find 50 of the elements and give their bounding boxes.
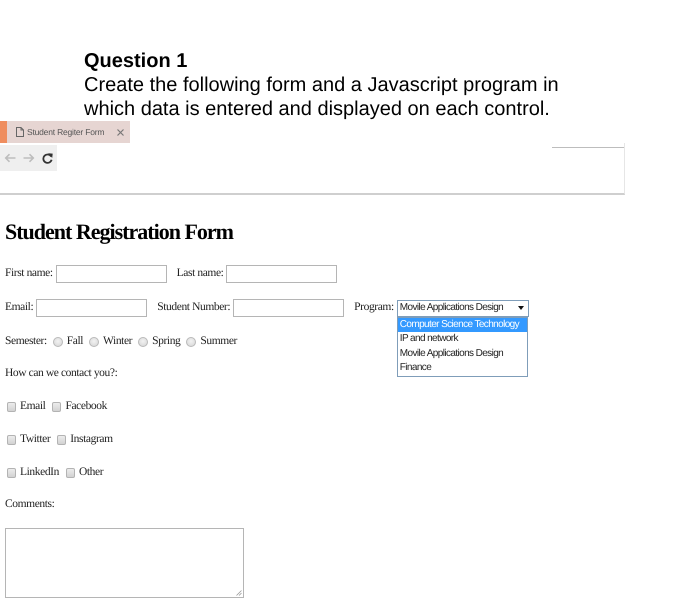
comments-field[interactable] (5, 528, 244, 598)
back-arrow-icon (4, 153, 16, 163)
reload-icon (42, 152, 53, 164)
field-label: Comments: (5, 497, 54, 512)
field-label: Email: (5, 300, 34, 316)
text-field[interactable] (56, 264, 167, 282)
close-icon[interactable] (117, 128, 124, 136)
dropdown-select[interactable]: Movile Applications Design (396, 300, 529, 316)
field-label: Last name: (176, 266, 224, 281)
page-icon (16, 127, 24, 137)
option-label: Fall (66, 334, 84, 349)
radio-button[interactable] (138, 336, 148, 346)
field-label: First name: (5, 266, 53, 281)
field-label: Student Number: (157, 300, 230, 316)
option-label: Facebook (65, 398, 107, 414)
option-label: Spring (152, 334, 180, 349)
dropdown-option[interactable]: Movile Applications Design (398, 346, 527, 361)
field-label: Program: (354, 300, 394, 316)
option-label: Summer (200, 334, 237, 349)
caret-icon (518, 306, 524, 310)
checkbox[interactable] (7, 468, 16, 478)
checkbox[interactable] (7, 402, 16, 412)
dropdown-option[interactable]: Finance (398, 361, 527, 376)
field-label: Semester: (5, 334, 47, 349)
checkbox[interactable] (52, 402, 62, 412)
forward-arrow-icon (22, 153, 34, 163)
back-button[interactable] (0, 145, 19, 171)
text-field[interactable] (226, 264, 338, 282)
reload-button[interactable] (38, 145, 57, 171)
text-field[interactable] (233, 299, 344, 317)
browser-tab[interactable]: Student Regiter Form (0, 121, 130, 143)
radio-button[interactable] (52, 336, 63, 346)
option-label: Instagram (70, 432, 113, 447)
field-label: How can we contact you?: (5, 366, 118, 382)
text-field[interactable] (36, 299, 148, 317)
checkbox[interactable] (66, 468, 75, 478)
radio-button[interactable] (89, 336, 100, 346)
radio-button[interactable] (186, 336, 196, 346)
option-label: Winter (103, 334, 132, 349)
option-label: Twitter (20, 432, 50, 447)
question-title: Question 1 (84, 49, 188, 73)
option-label: Other (78, 464, 104, 480)
question-text: Create the following form and a Javascript program in which data is entered and displayed on each control. (84, 73, 560, 121)
form-title: Student Registration Form (5, 219, 234, 245)
option-label: Email (20, 398, 46, 414)
checkbox[interactable] (57, 434, 66, 444)
option-label: LinkedIn (20, 464, 59, 480)
resize-grip-icon[interactable] (236, 590, 242, 596)
dropdown-option[interactable]: IP and network (398, 332, 527, 346)
checkbox[interactable] (7, 434, 16, 444)
